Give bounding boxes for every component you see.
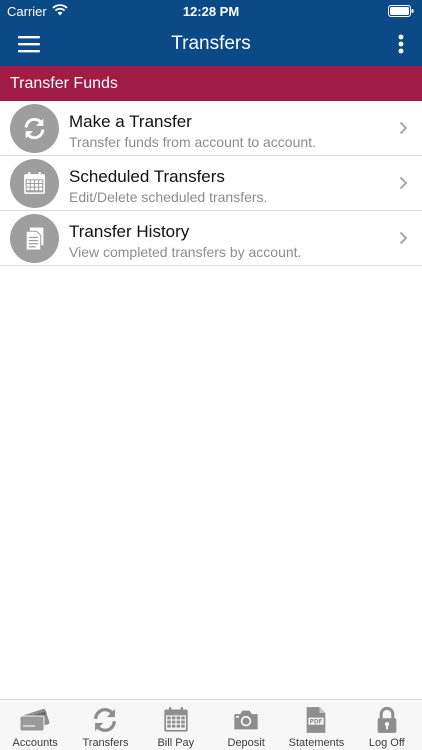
scheduled-transfers-item[interactable]: Scheduled Transfers Edit/Delete schedule…: [0, 156, 422, 211]
calendar-icon: [24, 172, 45, 194]
tab-label: Log Off: [368, 737, 405, 749]
tab-label: Transfers: [82, 737, 129, 749]
tab-transfers[interactable]: Transfers: [70, 700, 140, 750]
camera-icon: [234, 710, 258, 730]
battery-icon: [388, 5, 414, 20]
item-title: Scheduled Transfers: [69, 167, 225, 186]
page-title: Transfers: [171, 33, 251, 54]
sync-arrows-icon: [24, 117, 45, 140]
item-icon-circle: [10, 159, 59, 208]
pdf-icon: PDF: [307, 707, 326, 733]
svg-text:PDF: PDF: [310, 719, 323, 725]
vertical-dots-icon: [398, 34, 404, 54]
lock-icon: [377, 706, 397, 733]
tab-label: Deposit: [227, 737, 265, 749]
calendar-icon: [164, 707, 188, 732]
status-bar: Carrier 12:28 PM: [0, 0, 422, 22]
nav-bar: Transfers: [0, 22, 422, 66]
chevron-right-icon: [399, 231, 408, 245]
transfer-options-list: Make a Transfer Transfer funds from acco…: [0, 101, 422, 266]
bottom-tab-bar: Accounts Transfers Bill Pay Deposit PDF …: [0, 699, 422, 750]
section-header: Transfer Funds: [0, 66, 422, 101]
chevron-right-icon: [399, 121, 408, 135]
item-subtitle: Edit/Delete scheduled transfers.: [69, 189, 268, 205]
tab-bill-pay[interactable]: Bill Pay: [141, 700, 211, 750]
item-icon-circle: [10, 104, 59, 153]
tab-statements[interactable]: PDF Statements: [281, 700, 351, 750]
item-title: Make a Transfer: [69, 112, 192, 131]
item-subtitle: View completed transfers by account.: [69, 244, 302, 260]
tab-deposit[interactable]: Deposit: [211, 700, 281, 750]
item-title: Transfer History: [69, 222, 190, 241]
tab-label: Accounts: [12, 737, 58, 749]
make-transfer-item[interactable]: Make a Transfer Transfer funds from acco…: [0, 101, 422, 156]
item-subtitle: Transfer funds from account to account.: [69, 134, 316, 150]
sync-arrows-icon: [94, 708, 117, 732]
credit-cards-icon: [19, 708, 50, 732]
more-options-button[interactable]: [398, 34, 408, 56]
tab-label: Statements: [288, 737, 345, 749]
document-icon: [25, 226, 45, 251]
item-icon-circle: [10, 214, 59, 263]
tab-log-off[interactable]: Log Off: [352, 700, 422, 750]
transfer-history-item[interactable]: Transfer History View completed transfer…: [0, 211, 422, 266]
tab-accounts[interactable]: Accounts: [0, 700, 70, 750]
status-time: 12:28 PM: [182, 4, 240, 19]
chevron-right-icon: [399, 176, 408, 190]
tab-label: Bill Pay: [157, 737, 195, 749]
